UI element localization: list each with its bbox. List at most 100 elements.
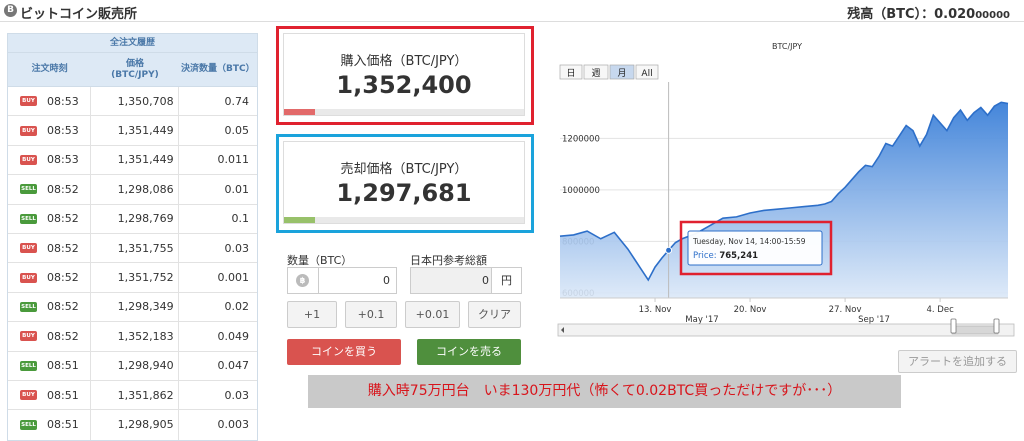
buy-price-bar (284, 109, 524, 115)
navigator-label: Sep '17 (858, 315, 890, 325)
order-qty: 0.05 (224, 124, 250, 138)
order-price: 1,298,940 (91, 351, 179, 380)
navigator-handle-left[interactable] (950, 318, 957, 334)
add-0-1-button[interactable]: +0.1 (345, 301, 397, 328)
range-button-label[interactable]: 日 (566, 68, 575, 79)
balance-main: 残高（BTC）：0.020 (847, 7, 976, 22)
order-qty: 0.011 (217, 153, 250, 167)
buy-price-bar-fill (284, 109, 316, 115)
order-qty: 0.049 (217, 329, 250, 343)
jpy-total-label: 日本円参考総額 (410, 254, 487, 267)
col-header-price: 価格 (BTC/JPY) (111, 58, 159, 80)
order-time: 08:53 (47, 153, 79, 167)
sell-badge: SELL (20, 360, 37, 371)
x-tick-label: 13. Nov (639, 305, 672, 315)
order-price: 1,350,708 (91, 87, 179, 116)
add-0-01-button[interactable]: +0.01 (405, 301, 460, 328)
order-time-cell: SELL 08:51 (8, 410, 92, 440)
order-time-cell: SELL 08:52 (8, 292, 92, 322)
qty-field-divider (318, 268, 319, 293)
price-chart[interactable]: BTC/JPY日週月All600000800000100000012000001… (556, 36, 1018, 341)
order-price: 1,351,449 (91, 145, 179, 175)
order-time-cell: BUY 08:52 (8, 263, 92, 292)
tooltip-price-value: 765,241 (719, 251, 758, 261)
order-price: 1,298,905 (91, 410, 179, 440)
tooltip-date: Tuesday, Nov 14, 14:00-15:59 (692, 237, 806, 246)
order-price: 1,298,086 (91, 175, 179, 204)
order-qty: 0.01 (224, 182, 250, 196)
order-time-cell: SELL 08:51 (8, 351, 92, 380)
order-history-caption: 全注文履歴 (8, 34, 257, 53)
buy-price-box-highlight: 購入価格（BTC/JPY） 1,352,400 (276, 26, 534, 125)
range-button-label[interactable]: All (641, 69, 652, 79)
table-row: SELL 08:52 1,298,086 0.01 (8, 175, 257, 205)
order-qty: 0.03 (224, 241, 250, 255)
buy-price-panel: 購入価格（BTC/JPY） 1,352,400 (283, 33, 525, 116)
sell-price-value: 1,297,681 (336, 179, 472, 207)
sell-price-panel: 売却価格（BTC/JPY） 1,297,681 (283, 141, 525, 224)
qty-input[interactable] (322, 268, 390, 293)
range-button-label[interactable]: 週 (591, 68, 600, 79)
order-time-cell: BUY 08:53 (8, 145, 92, 175)
order-qty: 0.1 (231, 212, 250, 226)
balance-decimals: 00000 (975, 10, 1010, 21)
order-price: 1,351,752 (91, 263, 179, 292)
buy-badge: BUY (20, 390, 37, 401)
sell-price-box-highlight: 売却価格（BTC/JPY） 1,297,681 (276, 134, 534, 233)
table-row: BUY 08:52 1,352,183 0.049 (8, 322, 257, 352)
tooltip-price-label: Price: (693, 251, 719, 261)
buy-badge: BUY (20, 331, 37, 342)
order-time-cell: BUY 08:52 (8, 322, 92, 351)
navigator-scrollbar[interactable] (557, 323, 1015, 337)
order-history-table: 全注文履歴 注文時刻 価格 (BTC/JPY) 決済数量（BTC） BUY 08:… (7, 33, 258, 441)
sell-price-label: 売却価格（BTC/JPY） (340, 162, 468, 177)
buy-badge: BUY (20, 243, 37, 254)
qty-field[interactable]: ฿ (287, 267, 397, 294)
price-area (560, 102, 1008, 298)
bitcoin-logo-icon: B (4, 4, 17, 17)
y-tick-label: 1200000 (562, 134, 600, 144)
order-qty: 0.74 (224, 94, 250, 108)
order-time-cell: BUY 08:51 (8, 380, 92, 410)
order-qty: 0.03 (224, 388, 250, 402)
table-row: SELL 08:51 1,298,905 0.003 (8, 410, 257, 440)
sell-badge: SELL (20, 213, 37, 224)
annotation-banner: 購入時75万円台 いま130万円代（怖くて0.02BTC買っただけですが･･･） (308, 375, 901, 408)
order-price: 1,351,755 (91, 233, 179, 263)
y-tick-label: 1000000 (562, 186, 600, 196)
top-bar: B ビットコイン販売所 残高（BTC）：0.02000000 (0, 0, 1024, 22)
table-row: BUY 08:52 1,351,755 0.03 (8, 233, 257, 264)
order-time: 08:51 (47, 418, 79, 432)
order-time: 08:52 (47, 212, 79, 226)
buy-badge: BUY (20, 272, 37, 283)
order-time: 08:53 (47, 94, 79, 108)
clear-button[interactable]: クリア (468, 301, 521, 328)
buy-price-value: 1,352,400 (336, 71, 472, 99)
buy-coin-button[interactable]: コインを買う (287, 339, 401, 365)
qty-label: 数量（BTC） (287, 254, 353, 267)
order-time-cell: SELL 08:52 (8, 204, 92, 233)
sell-badge: SELL (20, 184, 37, 195)
add-alert-button[interactable]: アラートを追加する (898, 350, 1017, 373)
buy-badge: BUY (20, 96, 37, 107)
tooltip-point (665, 246, 673, 254)
table-row: SELL 08:52 1,298,349 0.02 (8, 292, 257, 323)
order-qty: 0.047 (217, 359, 250, 373)
order-time: 08:52 (47, 271, 79, 285)
navigator-scroll-thumb[interactable] (951, 325, 999, 335)
add-1-button[interactable]: +1 (287, 301, 337, 328)
order-price: 1,298,769 (91, 204, 179, 233)
order-time-cell: BUY 08:52 (8, 233, 92, 263)
range-button-label[interactable]: 月 (617, 68, 626, 79)
order-price: 1,298,349 (91, 292, 179, 322)
sell-coin-button[interactable]: コインを売る (417, 339, 521, 365)
buy-badge: BUY (20, 125, 37, 136)
sell-badge: SELL (20, 419, 37, 430)
table-row: BUY 08:52 1,351,752 0.001 (8, 263, 257, 293)
order-time: 08:52 (47, 182, 79, 196)
order-qty: 0.02 (224, 300, 250, 314)
order-time: 08:52 (47, 241, 79, 255)
tooltip-price: Price: 765,241 (693, 251, 758, 261)
order-price: 1,351,449 (91, 116, 179, 145)
navigator-handle-right[interactable] (993, 318, 1000, 334)
